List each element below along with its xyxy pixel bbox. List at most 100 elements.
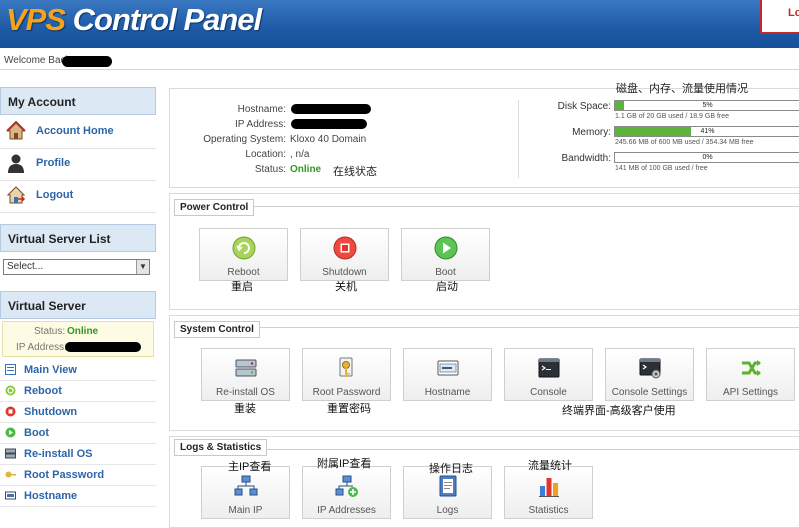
bandwidth-usage-detail: 141 MB of 100 GB used / free [615,165,708,172]
root-password-annotation: 重置密码 [327,403,371,415]
key-icon [5,471,16,478]
sidebar-item-label: Re-install OS [24,448,93,460]
hostname-icon [437,360,459,376]
tile-label: Hostname [424,387,471,398]
disk-usage-bar: 5% [614,100,799,111]
redacted-ip [65,342,141,352]
disk-label: Disk Space: [557,101,611,112]
sidebar-item-logout[interactable]: Logout [0,180,156,213]
console-settings-tile-button[interactable]: Console Settings [605,348,694,401]
logout-link[interactable]: Lo [788,7,799,19]
status-value: Online [67,326,99,337]
ip-addresses-annotation: 附属IP查看 [317,458,372,470]
logs-statistics-title: Logs & Statistics [174,439,268,456]
memory-label: Memory: [572,127,611,138]
reboot-tile-button[interactable]: Reboot [199,228,288,281]
logout-link-box[interactable]: Lo [760,0,799,34]
reinstall-os-tile-button[interactable]: Re-install OS [201,348,290,401]
tile-label: Console Settings [611,387,688,398]
boot-icon [434,236,458,260]
sidebar-item-shutdown[interactable]: Shutdown [0,402,156,423]
logs-annotation: 操作日志 [429,463,473,475]
tile-label: Boot [435,267,456,278]
resources-annotation: 磁盘、内存、流量使用情况 [616,83,748,95]
status-annotation: 在线状态 [333,166,377,178]
sidebar-item-root-password[interactable]: Root Password [0,465,156,486]
sidebar-item-reinstall-os[interactable]: Re-install OS [0,444,156,465]
sidebar-item-label: Hostname [24,490,78,502]
section-divider [252,206,799,207]
tile-label: Shutdown [322,267,367,278]
sidebar-item-label: Main View [24,364,77,376]
tile-label: Console [530,387,567,398]
divider [0,69,799,70]
app-logo[interactable]: VPS Control Panel [6,2,263,38]
memory-usage-detail: 245.66 MB of 600 MB used / 354.34 MB fre… [615,139,754,146]
console-tile-button[interactable]: Console [504,348,593,401]
key-icon [339,357,353,377]
network-add-icon [335,475,358,497]
shutdown-icon [5,406,16,417]
shutdown-tile-button[interactable]: Shutdown [300,228,389,281]
status-value: Online [290,164,322,175]
chevron-down-icon[interactable]: ▼ [136,260,149,274]
sidebar-item-label: Boot [24,427,50,439]
server-list-heading: Virtual Server List [0,224,156,252]
bandwidth-usage-percent: 0% [702,154,713,161]
server-status-box: Status: Online IP Address: [2,321,154,357]
api-icon [742,360,761,376]
root-password-tile-button[interactable]: Root Password [302,348,391,401]
bandwidth-label: Bandwidth: [561,153,611,164]
logo-prefix: VPS [6,2,66,37]
section-divider [256,327,799,328]
hostname-icon [5,491,16,500]
main-view-icon [5,364,16,375]
memory-usage-percent: 41% [700,128,715,135]
server-select-value: Select... [7,261,44,272]
disk-usage-detail: 1.1 GB of 20 GB used / 18.9 GB free [615,113,730,120]
status-label: Status: [34,326,66,337]
sidebar-item-label: Reboot [24,385,62,397]
sidebar-item-hostname[interactable]: Hostname [0,486,156,507]
logo-text: Control Panel [65,2,263,37]
tile-label: Root Password [312,387,381,398]
reinstall-icon [235,359,257,377]
reinstall-annotation: 重装 [234,403,256,415]
console-icon [538,358,560,378]
reboot-annotation: 重启 [231,281,253,293]
logs-icon [439,475,457,497]
bandwidth-usage-bar: 0% [614,152,799,163]
main-ip-annotation: 主IP查看 [228,461,272,473]
sidebar-item-reboot[interactable]: Reboot [0,381,156,402]
boot-tile-button[interactable]: Boot [401,228,490,281]
tile-label: Reboot [227,267,260,278]
status-label: Status: [254,164,286,175]
ip-label: IP Address: [16,342,67,353]
reinstall-icon [5,448,16,459]
tile-label: Statistics [528,505,569,516]
memory-usage-bar: 41% [614,126,799,137]
sidebar-item-label: Logout [36,189,74,201]
power-control-title: Power Control [174,199,255,216]
server-select[interactable]: Select... ▼ [3,259,150,275]
sidebar-item-boot[interactable]: Boot [0,423,156,444]
hostname-tile-button[interactable]: Hostname [403,348,492,401]
statistics-tile-button[interactable]: Statistics [504,466,593,519]
tile-label: IP Addresses [317,505,376,516]
redacted-username [62,56,112,67]
system-control-title: System Control [174,321,260,338]
shutdown-icon [333,236,357,260]
logout-house-icon [6,186,26,204]
sidebar-item-main-view[interactable]: Main View [0,360,156,381]
statistics-icon [539,478,559,497]
sidebar-item-label: Root Password [24,469,105,481]
ip-addresses-tile-button[interactable]: IP Addresses [302,466,391,519]
api-settings-tile-button[interactable]: API Settings [706,348,795,401]
virtual-server-heading: Virtual Server [0,291,156,319]
boot-icon [5,427,16,438]
console-annotation: 终端界面-高级客户使用 [562,405,676,417]
welcome-text: Welcome Back [4,55,71,66]
console-settings-icon [639,358,661,379]
tile-label: API Settings [722,387,779,398]
boot-annotation: 启动 [436,281,458,293]
